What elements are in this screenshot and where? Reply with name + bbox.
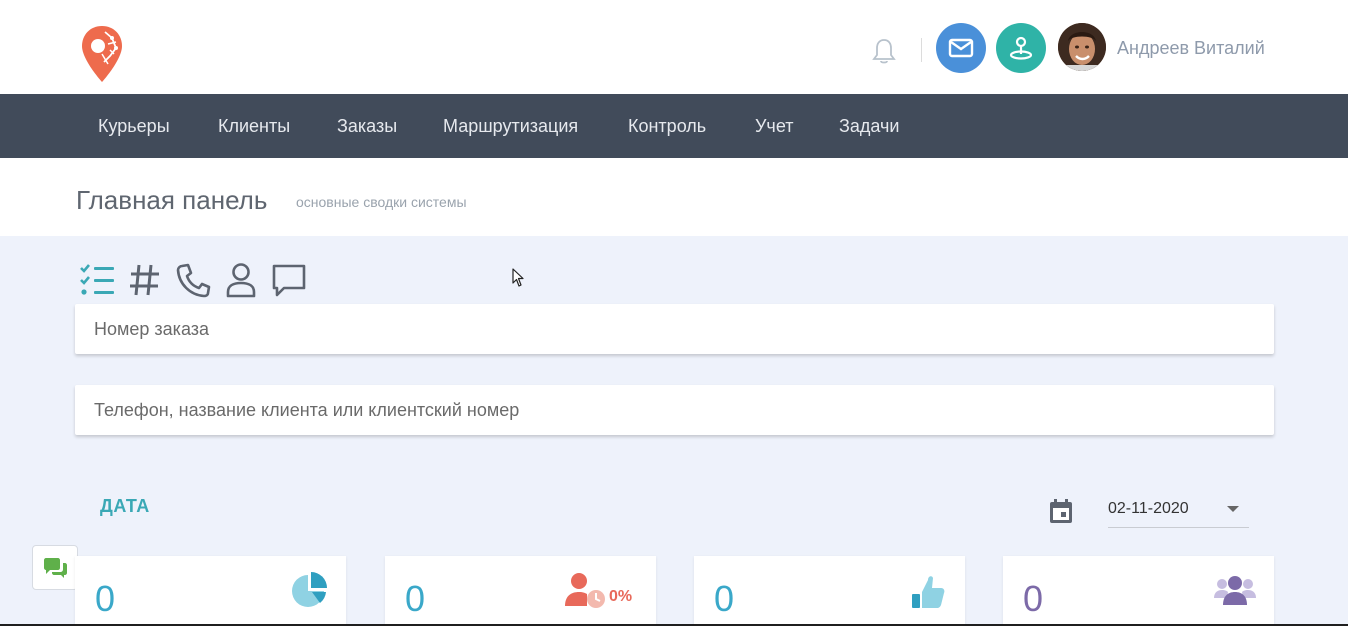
nav-item-tasks[interactable]: Задачи	[839, 94, 899, 158]
phone-icon[interactable]	[174, 260, 212, 300]
main-nav: Курьеры Клиенты Заказы Маршрутизация Кон…	[0, 94, 1348, 158]
pie-chart-icon	[290, 572, 330, 613]
thumbs-up-icon	[910, 572, 946, 615]
stat-card-couriers-time: 0 0%	[385, 556, 656, 626]
stat-badge: 0%	[609, 588, 633, 605]
map-button[interactable]	[996, 23, 1046, 73]
calendar-icon[interactable]	[1048, 497, 1074, 525]
client-search-field	[75, 385, 1274, 435]
user-clock-icon	[563, 572, 609, 613]
chevron-down-icon	[1227, 506, 1239, 512]
stat-value: 0	[1023, 578, 1044, 619]
stat-card-rating: 0	[694, 556, 965, 626]
stat-value: 0	[405, 578, 426, 619]
user-name[interactable]: Андреев Виталий	[1117, 38, 1265, 59]
stat-card-clients: 0	[1003, 556, 1274, 626]
mail-button[interactable]	[936, 23, 986, 73]
stat-card-orders: 0	[75, 556, 346, 626]
mail-icon	[948, 38, 974, 58]
chat-bubbles-icon	[44, 557, 67, 578]
avatar[interactable]	[1058, 23, 1106, 71]
stat-value: 0	[95, 578, 116, 619]
checklist-icon[interactable]	[78, 260, 116, 300]
date-label[interactable]: ДАТА	[100, 496, 150, 517]
comment-icon[interactable]	[270, 260, 308, 300]
nav-item-control[interactable]: Контроль	[628, 94, 706, 158]
mouse-pointer-icon	[512, 268, 526, 288]
bell-icon[interactable]	[871, 37, 897, 65]
page-subtitle: основные сводки системы	[296, 194, 467, 210]
date-select[interactable]: 02-11-2020	[1108, 492, 1249, 528]
page-title: Главная панель	[76, 185, 268, 215]
header-divider	[921, 38, 922, 62]
order-number-input[interactable]	[75, 304, 1274, 354]
map-marker-icon	[1009, 36, 1033, 60]
nav-item-clients[interactable]: Клиенты	[218, 94, 290, 158]
users-icon	[1213, 574, 1257, 611]
stat-value: 0	[714, 578, 735, 619]
date-value: 02-11-2020	[1108, 500, 1189, 517]
client-search-input[interactable]	[75, 385, 1274, 435]
chat-button[interactable]	[32, 545, 78, 590]
nav-item-orders[interactable]: Заказы	[337, 94, 397, 158]
nav-item-couriers[interactable]: Курьеры	[98, 94, 170, 158]
nav-item-accounting[interactable]: Учет	[755, 94, 793, 158]
nav-item-routing[interactable]: Маршрутизация	[443, 94, 578, 158]
order-number-field	[75, 304, 1274, 354]
page-header: Главная панель основные сводки системы	[0, 158, 1348, 236]
top-bar: Андреев Виталий	[0, 0, 1348, 94]
hash-icon[interactable]	[126, 260, 164, 300]
logo-pin-icon[interactable]	[78, 24, 126, 84]
user-icon[interactable]	[222, 260, 260, 300]
